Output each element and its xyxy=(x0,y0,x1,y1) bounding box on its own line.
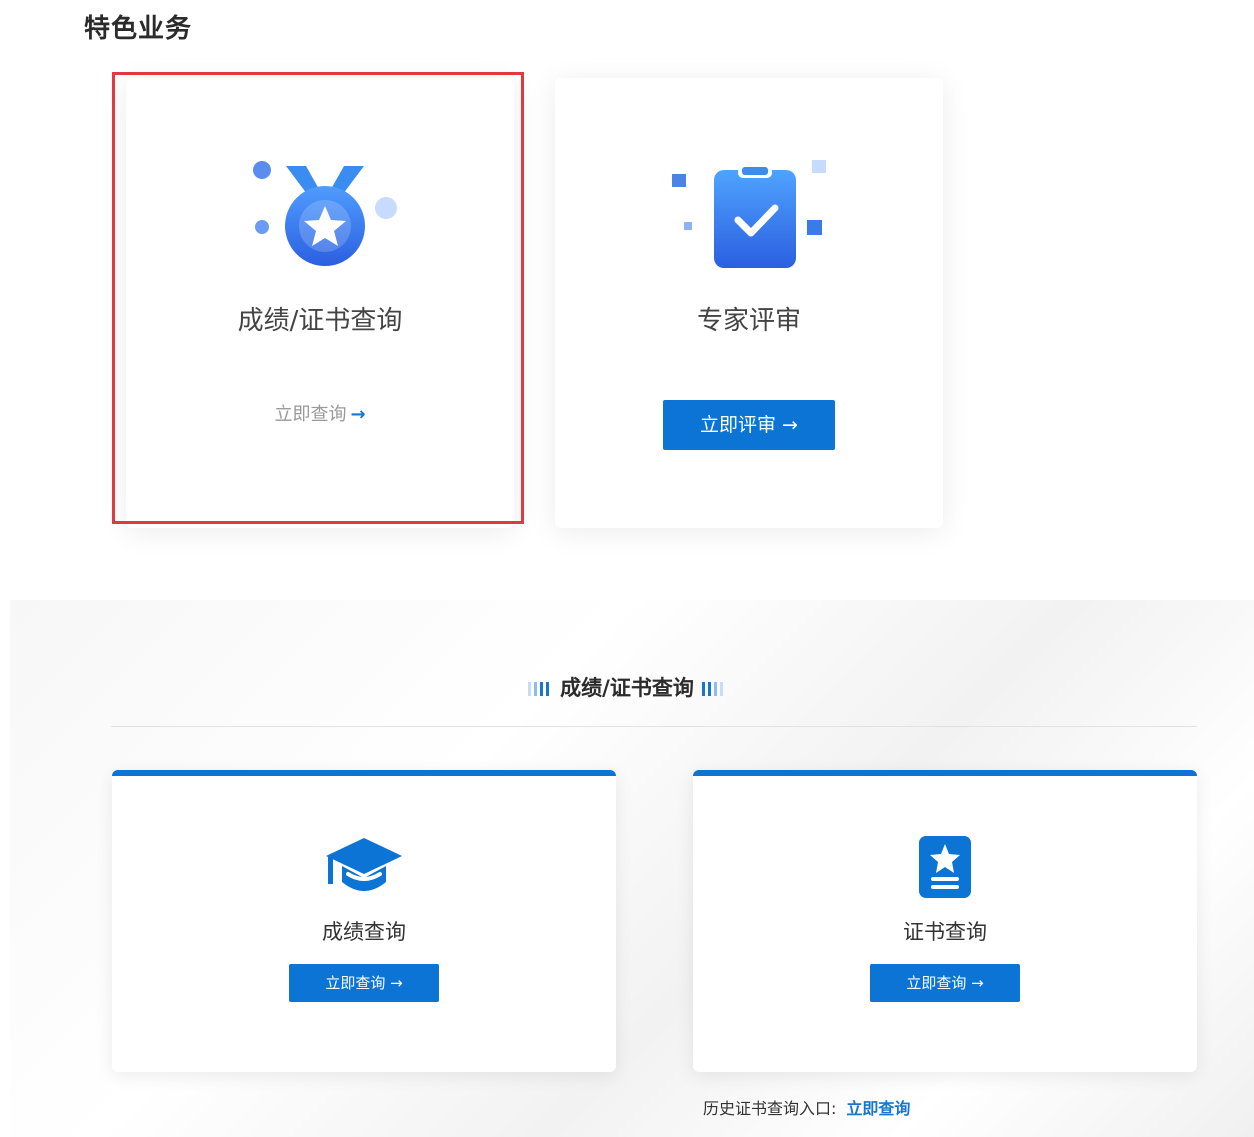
score-query-button[interactable]: 立即查询 → xyxy=(289,964,439,1002)
selection-highlight xyxy=(112,72,524,524)
feature-card-expert-review[interactable]: 专家评审 立即评审 → xyxy=(555,78,943,528)
score-query-title: 成绩查询 xyxy=(322,920,406,944)
history-certificate-entry: 历史证书查询入口: 立即查询 xyxy=(703,1095,910,1119)
feature-title: 专家评审 xyxy=(696,306,801,336)
decorative-bars-left xyxy=(528,677,552,701)
review-now-button[interactable]: 立即评审 → xyxy=(663,400,835,450)
certificate-query-button[interactable]: 立即查询 → xyxy=(870,964,1020,1002)
decorative-bars-right xyxy=(701,677,726,701)
certificate-query-card: 证书查询 立即查询 → xyxy=(693,770,1197,1072)
lower-section-title: 成绩/证书查询 xyxy=(0,672,1254,702)
lower-title-text: 成绩/证书查询 xyxy=(560,676,694,700)
graduation-cap-icon xyxy=(112,834,616,904)
divider xyxy=(111,726,1197,727)
history-query-link[interactable]: 立即查询 xyxy=(846,1099,910,1118)
section-title: 特色业务 xyxy=(84,14,193,44)
clipboard-check-icon xyxy=(555,158,943,278)
certificate-query-title: 证书查询 xyxy=(903,920,987,944)
certificate-icon xyxy=(693,834,1197,904)
score-query-card: 成绩查询 立即查询 → xyxy=(112,770,616,1072)
history-label: 历史证书查询入口: xyxy=(703,1099,837,1118)
